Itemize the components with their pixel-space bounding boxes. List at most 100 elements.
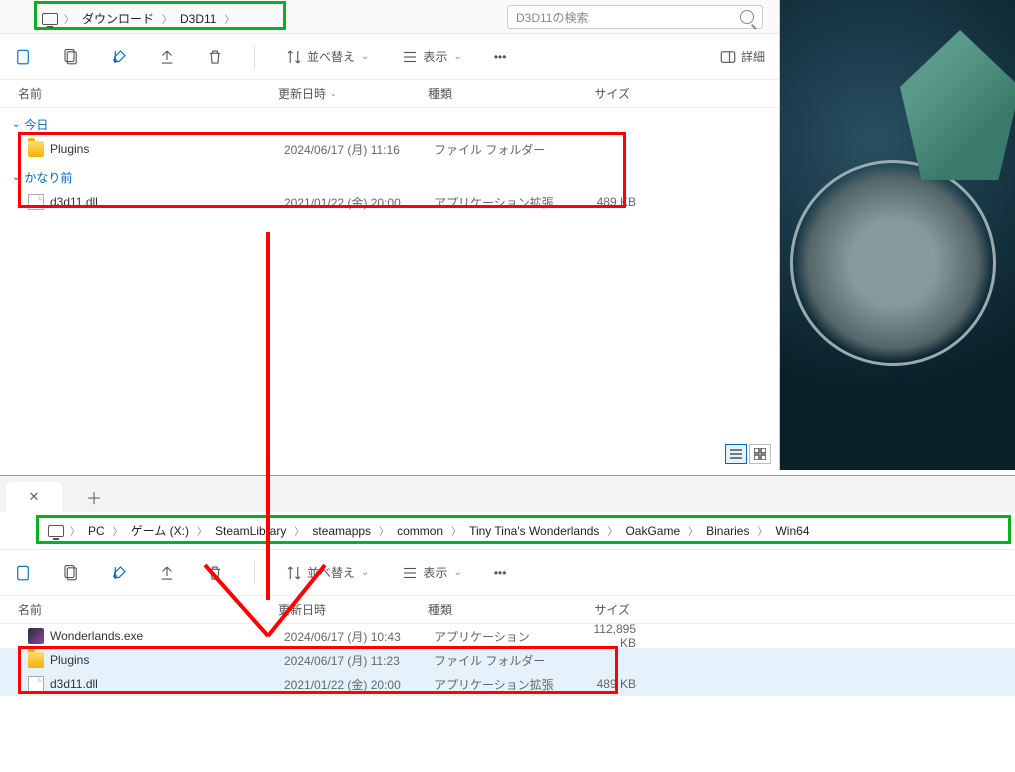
list-item[interactable]: d3d11.dll 2021/01/22 (金) 20:00 アプリケーション拡…: [0, 190, 779, 214]
sort-arrow-icon: ⌄: [330, 89, 337, 98]
view-icons-button[interactable]: [749, 444, 771, 464]
chevron-icon[interactable]: 〉: [68, 523, 82, 538]
copy-button[interactable]: [58, 44, 84, 70]
address-bar: 〉 ダウンロード 〉 D3D11 〉 D3D11の検索: [0, 0, 779, 34]
crumb-binaries[interactable]: Binaries: [700, 524, 755, 538]
game-background-art: [780, 0, 1015, 470]
crumb-win64[interactable]: Win64: [769, 524, 815, 538]
crumb-steamapps[interactable]: steamapps: [306, 524, 377, 538]
list-item[interactable]: d3d11.dll 2021/01/22 (金) 20:00 アプリケーション拡…: [0, 672, 1015, 696]
list-item[interactable]: Plugins 2024/06/17 (月) 11:23 ファイル フォルダー: [0, 648, 1015, 672]
delete-button[interactable]: [202, 44, 228, 70]
group-label: かなり前: [24, 169, 72, 186]
view-button[interactable]: 表示⌄: [397, 560, 467, 586]
details-button[interactable]: 詳細: [715, 44, 769, 70]
chevron-icon[interactable]: 〉: [686, 523, 700, 538]
chevron-icon[interactable]: 〉: [62, 11, 76, 26]
sort-label: 並べ替え: [307, 564, 355, 581]
group-header-today[interactable]: ⌄ 今日: [0, 108, 779, 137]
list-item[interactable]: Plugins 2024/06/17 (月) 11:16 ファイル フォルダー: [0, 137, 779, 161]
file-size: 489 KB: [576, 677, 636, 691]
col-type[interactable]: 種類: [428, 601, 570, 618]
pc-icon: [48, 525, 64, 537]
delete-button[interactable]: [202, 560, 228, 586]
file-name: d3d11.dll: [50, 677, 284, 691]
copy-button[interactable]: [58, 560, 84, 586]
folder-icon: [28, 652, 44, 668]
cut-button[interactable]: [10, 560, 36, 586]
share-button[interactable]: [154, 44, 180, 70]
chevron-icon[interactable]: 〉: [222, 11, 236, 26]
crumb-steamlib[interactable]: SteamLibrary: [209, 524, 292, 538]
collapse-icon[interactable]: ⌄: [12, 172, 20, 183]
toolbar: 並べ替え⌄ 表示⌄ •••: [0, 550, 1015, 596]
sort-button[interactable]: 並べ替え⌄: [281, 44, 375, 70]
chevron-icon[interactable]: 〉: [292, 523, 306, 538]
cut-button[interactable]: [10, 44, 36, 70]
view-mode-buttons: [725, 444, 771, 464]
crumb-d3d11[interactable]: D3D11: [174, 12, 222, 26]
close-tab-icon[interactable]: ✕: [29, 489, 40, 505]
file-list: ⌄ 今日 Plugins 2024/06/17 (月) 11:16 ファイル フ…: [0, 108, 779, 214]
chevron-icon[interactable]: 〉: [160, 11, 174, 26]
folder-icon: [28, 141, 44, 157]
file-date: 2024/06/17 (月) 10:43: [284, 628, 434, 645]
rename-button[interactable]: [106, 560, 132, 586]
chevron-icon[interactable]: 〉: [377, 523, 391, 538]
toolbar: 並べ替え⌄ 表示⌄ ••• 詳細: [0, 34, 779, 80]
view-button[interactable]: 表示⌄: [397, 44, 467, 70]
sort-label: 並べ替え: [307, 48, 355, 65]
tab-bar: ✕ ＋: [0, 476, 1015, 512]
group-label: 今日: [24, 116, 48, 133]
col-type[interactable]: 種類: [428, 85, 570, 102]
file-type: アプリケーション拡張: [434, 194, 576, 211]
more-button[interactable]: •••: [490, 46, 511, 68]
crumb-downloads[interactable]: ダウンロード: [76, 10, 160, 27]
search-icon: [740, 10, 754, 24]
pc-icon: [42, 13, 58, 25]
crumb-common[interactable]: common: [391, 524, 449, 538]
breadcrumb[interactable]: 〉 PC 〉 ゲーム (X:) 〉 SteamLibrary 〉 steamap…: [40, 518, 820, 544]
col-date[interactable]: 更新日時⌄: [278, 85, 428, 102]
file-size: 112,895 KB: [576, 622, 636, 650]
group-header-old[interactable]: ⌄ かなり前: [0, 161, 779, 190]
collapse-icon[interactable]: ⌄: [12, 119, 20, 130]
tab-current[interactable]: ✕: [6, 482, 62, 512]
crumb-pc[interactable]: PC: [82, 524, 111, 538]
address-bar: 〉 PC 〉 ゲーム (X:) 〉 SteamLibrary 〉 steamap…: [0, 512, 1015, 550]
chevron-icon[interactable]: 〉: [755, 523, 769, 538]
file-date: 2021/01/22 (金) 20:00: [284, 194, 434, 211]
file-name: Wonderlands.exe: [50, 629, 284, 643]
chevron-icon[interactable]: 〉: [449, 523, 463, 538]
col-date[interactable]: 更新日時: [278, 601, 428, 618]
sort-button[interactable]: 並べ替え⌄: [281, 560, 375, 586]
crumb-drive[interactable]: ゲーム (X:): [125, 522, 195, 539]
chevron-icon[interactable]: 〉: [195, 523, 209, 538]
rename-button[interactable]: [106, 44, 132, 70]
search-input[interactable]: D3D11の検索: [507, 5, 763, 29]
col-size[interactable]: サイズ: [570, 601, 630, 618]
file-icon: [28, 676, 44, 692]
share-button[interactable]: [154, 560, 180, 586]
view-label: 表示: [423, 564, 447, 581]
crumb-game[interactable]: Tiny Tina's Wonderlands: [463, 524, 605, 538]
file-type: ファイル フォルダー: [434, 141, 576, 158]
file-list: Wonderlands.exe 2024/06/17 (月) 10:43 アプリ…: [0, 624, 1015, 696]
toolbar-right: 詳細: [715, 44, 769, 70]
col-name[interactable]: 名前: [18, 601, 278, 618]
file-icon: [28, 194, 44, 210]
crumb-oak[interactable]: OakGame: [619, 524, 686, 538]
more-button[interactable]: •••: [490, 562, 511, 584]
file-date: 2024/06/17 (月) 11:16: [284, 141, 434, 158]
details-label: 詳細: [741, 48, 765, 65]
view-details-button[interactable]: [725, 444, 747, 464]
col-name[interactable]: 名前: [18, 85, 278, 102]
chevron-icon[interactable]: 〉: [605, 523, 619, 538]
column-headers: 名前 更新日時 種類 サイズ: [0, 596, 1015, 624]
list-item[interactable]: Wonderlands.exe 2024/06/17 (月) 10:43 アプリ…: [0, 624, 1015, 648]
breadcrumb[interactable]: 〉 ダウンロード 〉 D3D11 〉: [34, 6, 240, 32]
chevron-icon[interactable]: 〉: [111, 523, 125, 538]
col-size[interactable]: サイズ: [570, 85, 630, 102]
tab-new[interactable]: ＋: [66, 482, 122, 512]
file-name: Plugins: [50, 142, 284, 156]
